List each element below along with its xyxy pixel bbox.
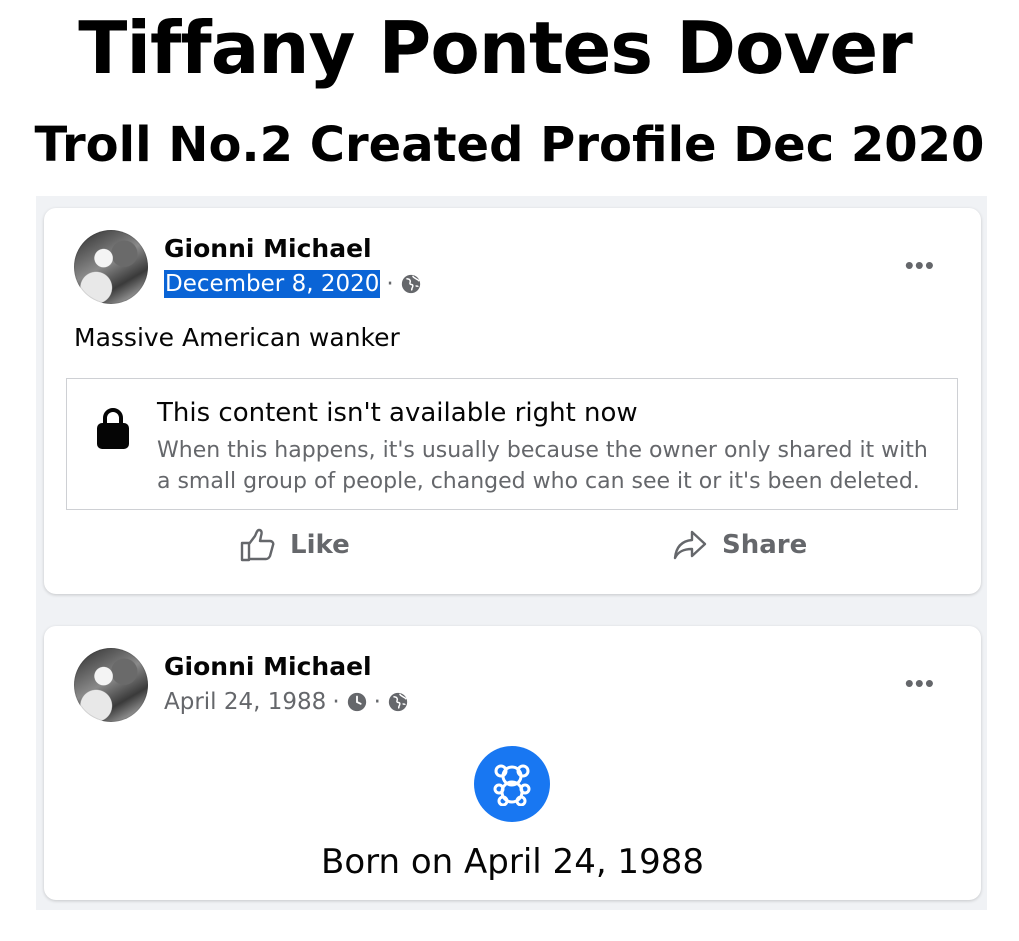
- unavailable-body: When this happens, it's usually because …: [157, 438, 928, 494]
- like-button[interactable]: Like: [240, 528, 350, 562]
- share-icon: [673, 530, 707, 560]
- meta-separator: ·: [386, 271, 394, 297]
- post-author[interactable]: Gionni Michael: [164, 234, 372, 264]
- news-feed: Gionni Michael December 8, 2020 · ••• Ma…: [36, 196, 987, 910]
- unavailable-content-box: This content isn't available right now W…: [66, 378, 958, 510]
- post-meta: April 24, 1988 · ·: [164, 688, 409, 716]
- post-date[interactable]: April 24, 1988: [164, 688, 326, 716]
- post-date[interactable]: December 8, 2020: [164, 270, 381, 298]
- meta-separator: ·: [332, 689, 340, 715]
- lock-icon: [97, 408, 129, 449]
- teddy-bear-icon: [474, 746, 550, 822]
- more-options-button[interactable]: •••: [905, 670, 935, 696]
- page-title: Tiffany Pontes Dover: [78, 6, 912, 90]
- post-author[interactable]: Gionni Michael: [164, 652, 372, 682]
- globe-icon[interactable]: [400, 273, 422, 295]
- unavailable-title: This content isn't available right now: [157, 398, 638, 428]
- avatar[interactable]: [74, 230, 148, 304]
- more-options-button[interactable]: •••: [905, 252, 935, 278]
- globe-icon[interactable]: [387, 691, 409, 713]
- like-label: Like: [290, 530, 350, 560]
- post-meta: December 8, 2020 ·: [164, 270, 422, 298]
- post-card: Gionni Michael April 24, 1988 · · ••• Bo…: [44, 626, 981, 900]
- share-button[interactable]: Share: [672, 528, 807, 562]
- meta-separator: ·: [373, 689, 381, 715]
- life-event-text: Born on April 24, 1988: [321, 842, 704, 882]
- clock-icon: [347, 692, 366, 712]
- thumbs-up-icon: [240, 528, 275, 562]
- avatar[interactable]: [74, 648, 148, 722]
- page-subtitle: Troll No.2 Created Profile Dec 2020: [34, 117, 985, 173]
- post-card: Gionni Michael December 8, 2020 · ••• Ma…: [44, 208, 981, 594]
- share-label: Share: [722, 530, 808, 560]
- post-text: Massive American wanker: [74, 323, 400, 352]
